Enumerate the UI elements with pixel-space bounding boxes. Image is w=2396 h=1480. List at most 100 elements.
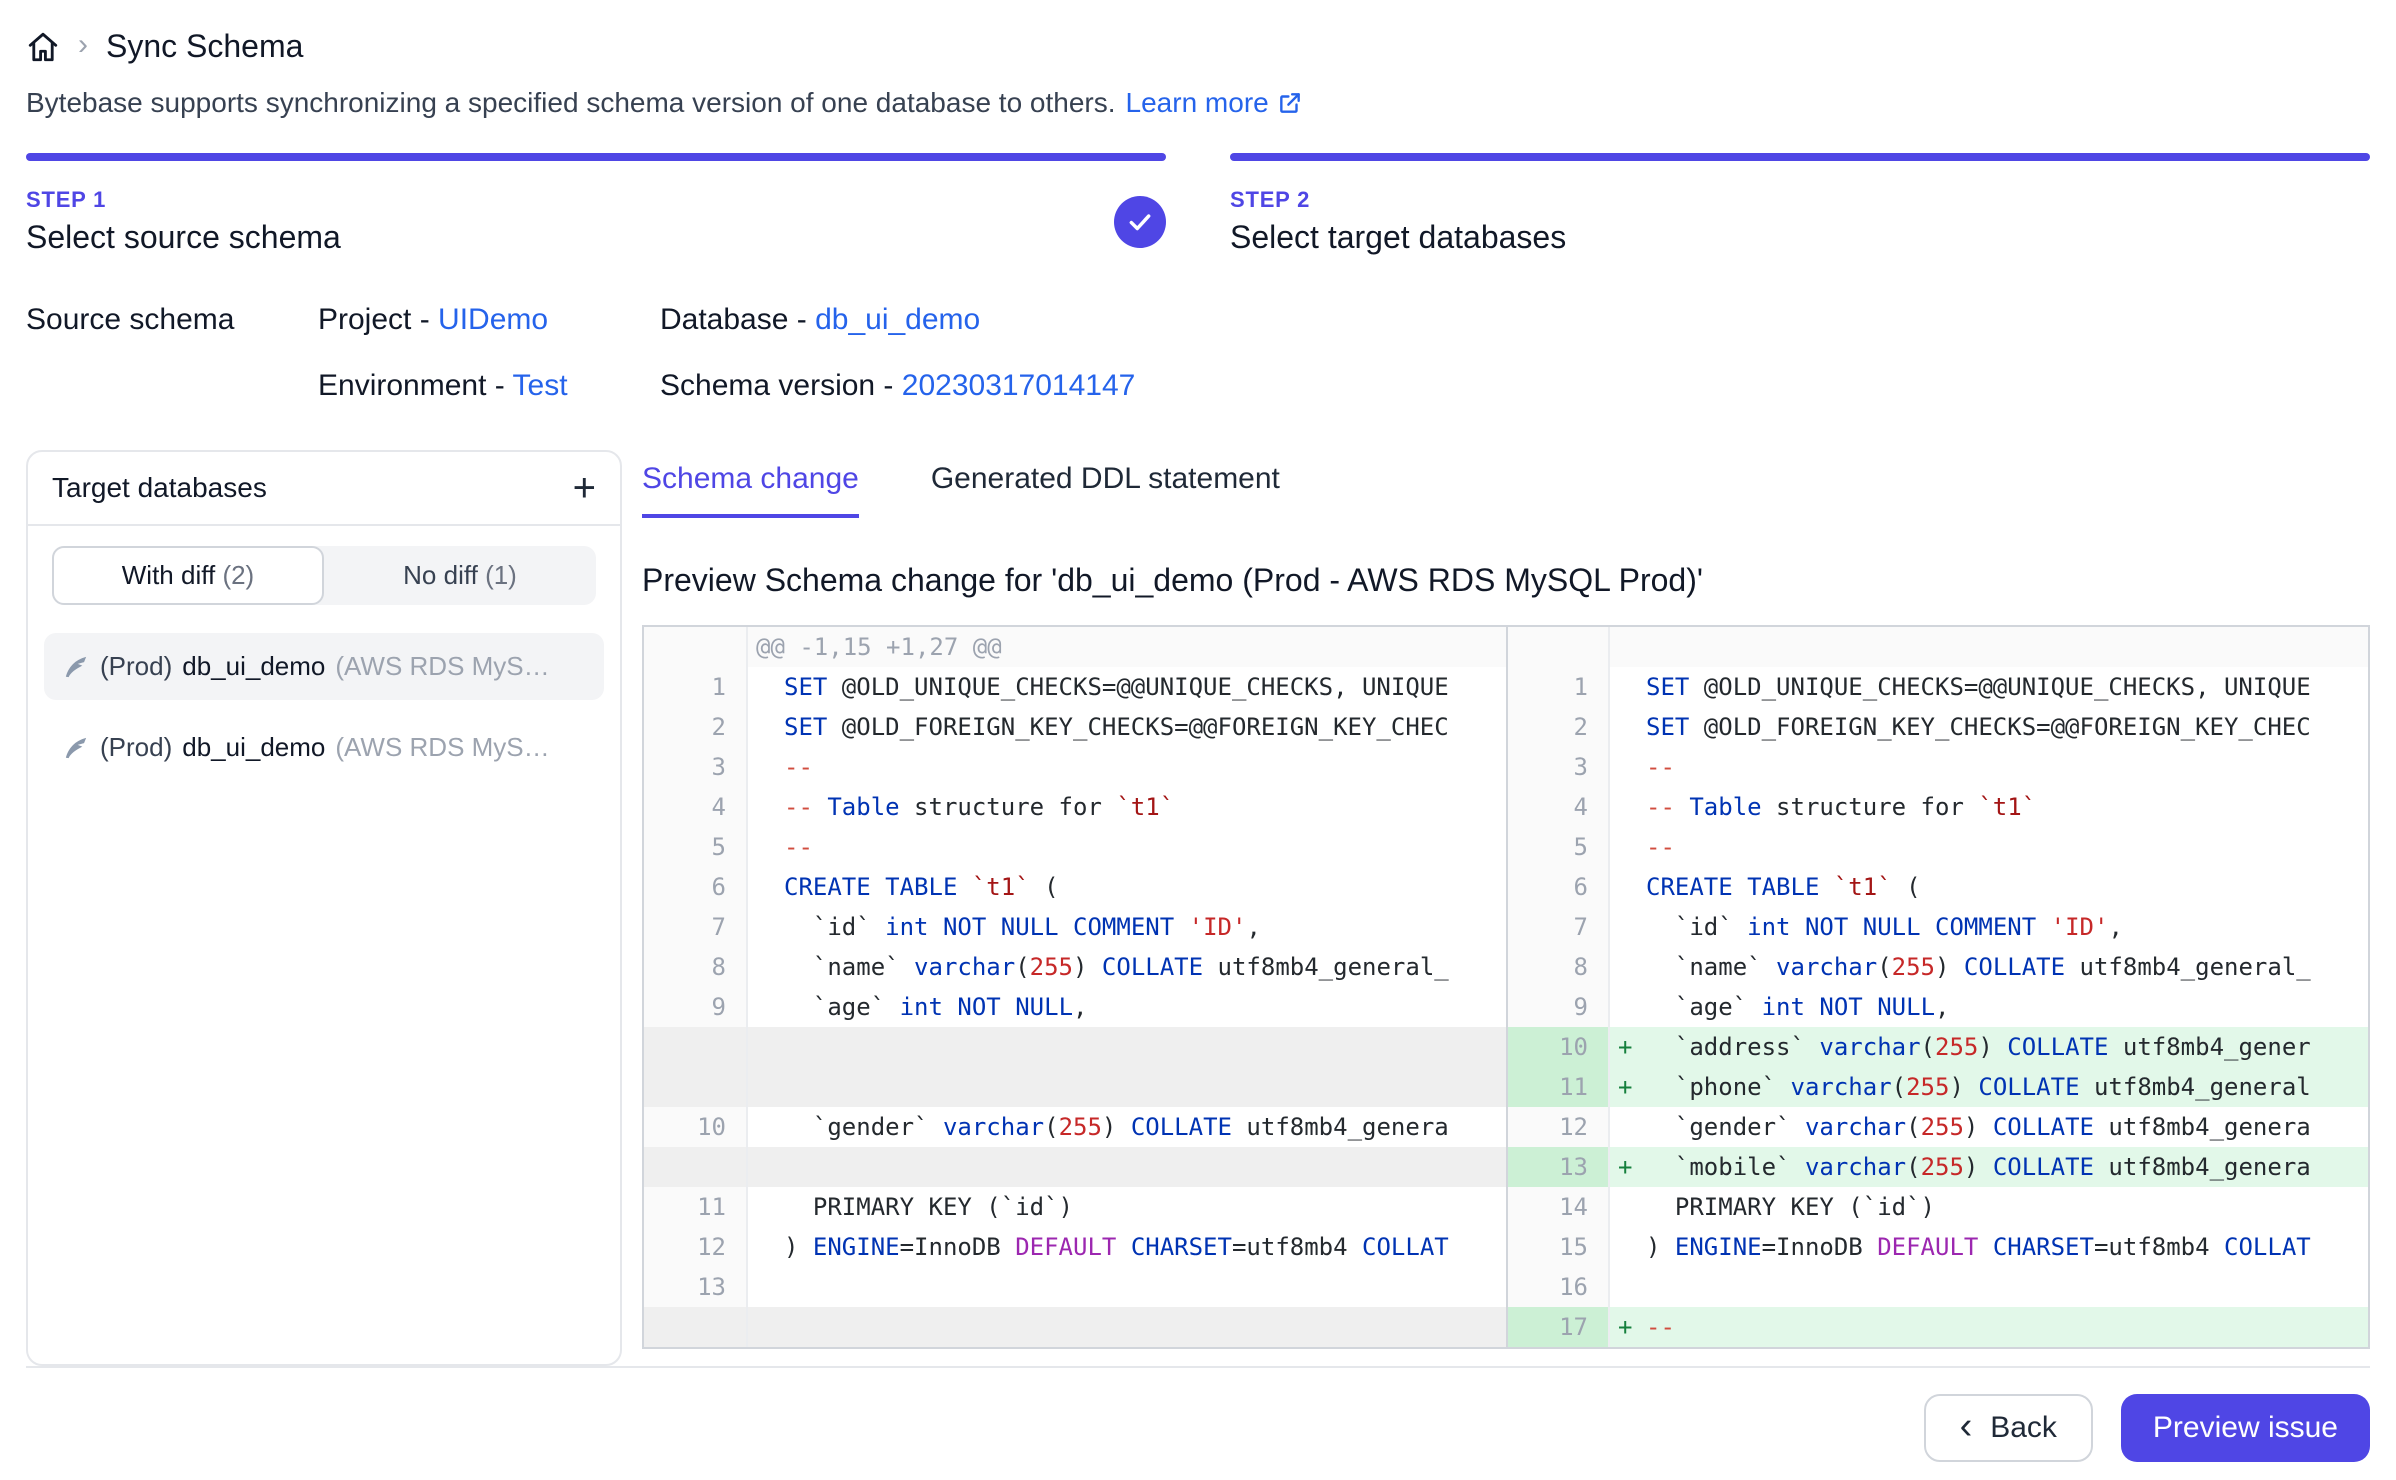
tab-with-diff-label: With diff — [122, 560, 223, 590]
diff-code-line: `age` int NOT NULL, — [748, 987, 1506, 1027]
database-list-item[interactable]: (Prod) db_ui_demo (AWS RDS MyS… — [44, 633, 604, 700]
diff-line-number — [644, 1147, 748, 1187]
step-1-completed-badge — [1114, 196, 1166, 248]
diff-line-number: 15 — [1506, 1227, 1610, 1267]
source-schema-section: Source schema Project - UIDemo Database … — [26, 300, 2370, 406]
back-button-label: Back — [1990, 1411, 2057, 1445]
database-name: db_ui_demo — [182, 732, 325, 763]
diff-add-sign: + — [1618, 1147, 1646, 1187]
diff-hunk-header: @@ -1,15 +1,27 @@ — [748, 627, 1506, 667]
diff-line-number: 10 — [1506, 1027, 1610, 1067]
source-environment-field: Environment - Test — [318, 366, 660, 406]
schema-version-link[interactable]: 20230317014147 — [902, 369, 1136, 402]
diff-line-number: 9 — [1506, 987, 1610, 1027]
tab-schema-change[interactable]: Schema change — [642, 462, 859, 518]
project-link[interactable]: UIDemo — [438, 303, 548, 336]
diff-code-line: `name` varchar(255) COLLATE utf8mb4_gene… — [748, 947, 1506, 987]
step-1-progress-bar — [26, 153, 1166, 161]
tab-generated-ddl[interactable]: Generated DDL statement — [931, 462, 1280, 518]
intro-text: Bytebase supports synchronizing a specif… — [26, 87, 2370, 119]
learn-more-link[interactable]: Learn more — [1126, 87, 1303, 119]
chevron-right-icon: › — [78, 30, 88, 64]
source-schema-version-field: Schema version - 20230317014147 — [660, 366, 1135, 406]
back-button[interactable]: ‹ Back — [1924, 1394, 2093, 1462]
database-label: Database - — [660, 303, 815, 336]
source-project-field: Project - UIDemo — [318, 300, 660, 340]
target-database-list: (Prod) db_ui_demo (AWS RDS MyS… (Prod) d… — [28, 621, 620, 793]
chevron-left-icon: ‹ — [1960, 1407, 1973, 1449]
diff-line-number: 4 — [1506, 787, 1610, 827]
tab-no-diff-count: (1) — [485, 560, 517, 590]
step-2: STEP 2 Select target databases — [1230, 153, 2370, 256]
diff-code-line — [748, 1267, 1506, 1307]
add-target-database-button[interactable]: + — [573, 472, 596, 504]
diff-line-number: 12 — [1506, 1107, 1610, 1147]
diff-code-line: PRIMARY KEY (`id`) — [1610, 1187, 2368, 1227]
diff-code-line: SET @OLD_UNIQUE_CHECKS=@@UNIQUE_CHECKS, … — [1610, 667, 2368, 707]
database-instance: (AWS RDS MyS… — [335, 732, 549, 763]
tab-with-diff[interactable]: With diff (2) — [52, 546, 324, 605]
diff-code-line: `gender` varchar(255) COLLATE utf8mb4_ge… — [748, 1107, 1506, 1147]
preview-issue-button[interactable]: Preview issue — [2121, 1394, 2370, 1462]
database-list-item[interactable]: (Prod) db_ui_demo (AWS RDS MyS… — [44, 714, 604, 781]
diff-add-sign: + — [1618, 1027, 1646, 1067]
database-name: db_ui_demo — [182, 651, 325, 682]
diff-line-number: 7 — [1506, 907, 1610, 947]
diff-line-number: 2 — [1506, 707, 1610, 747]
diff-code-line: + `address` varchar(255) COLLATE utf8mb4… — [1610, 1027, 2368, 1067]
diff-code-line: `id` int NOT NULL COMMENT 'ID', — [1610, 907, 2368, 947]
breadcrumb: › Sync Schema — [26, 20, 2370, 69]
database-instance: (AWS RDS MyS… — [335, 651, 549, 682]
project-label: Project - — [318, 303, 438, 336]
diff-code-line — [748, 1067, 1506, 1107]
database-environment: (Prod) — [100, 732, 172, 763]
check-icon — [1127, 209, 1153, 235]
diff-code-line: `age` int NOT NULL, — [1610, 987, 2368, 1027]
diff-code-line — [748, 1027, 1506, 1067]
database-environment: (Prod) — [100, 651, 172, 682]
diff-line-number: 1 — [1506, 667, 1610, 707]
diff-line-number — [644, 1067, 748, 1107]
diff-code-line: ) ENGINE=InnoDB DEFAULT CHARSET=utf8mb4 … — [748, 1227, 1506, 1267]
diff-line-number: 6 — [644, 867, 748, 907]
external-link-icon — [1277, 90, 1303, 116]
diff-line-number: 3 — [1506, 747, 1610, 787]
source-schema-label: Source schema — [26, 300, 318, 406]
diff-line-number: 5 — [644, 827, 748, 867]
step-1-title: Select source schema — [26, 219, 1114, 256]
diff-code-line: SET @OLD_UNIQUE_CHECKS=@@UNIQUE_CHECKS, … — [748, 667, 1506, 707]
diff-line-number: 9 — [644, 987, 748, 1027]
step-2-progress-bar — [1230, 153, 2370, 161]
diff-code-line: SET @OLD_FOREIGN_KEY_CHECKS=@@FOREIGN_KE… — [748, 707, 1506, 747]
diff-line-number — [644, 1307, 748, 1347]
database-link[interactable]: db_ui_demo — [815, 303, 980, 336]
tab-no-diff[interactable]: No diff (1) — [324, 546, 596, 605]
diff-line-number: 4 — [644, 787, 748, 827]
diff-line-number: 3 — [644, 747, 748, 787]
diff-code-line: SET @OLD_FOREIGN_KEY_CHECKS=@@FOREIGN_KE… — [1610, 707, 2368, 747]
diff-code-line: + `mobile` varchar(255) COLLATE utf8mb4_… — [1610, 1147, 2368, 1187]
diff-header-gutter — [644, 627, 748, 667]
home-icon[interactable] — [26, 30, 60, 64]
diff-code-line: -- — [748, 747, 1506, 787]
diff-line-number: 8 — [644, 947, 748, 987]
diff-line-number: 12 — [644, 1227, 748, 1267]
diff-line-number — [644, 1027, 748, 1067]
environment-link[interactable]: Test — [513, 369, 568, 402]
diff-header-spacer — [1610, 627, 2368, 667]
page-title: Sync Schema — [106, 28, 303, 65]
source-database-field: Database - db_ui_demo — [660, 300, 1135, 340]
preview-tabs: Schema change Generated DDL statement — [642, 462, 2370, 518]
diff-code-line: ) ENGINE=InnoDB DEFAULT CHARSET=utf8mb4 … — [1610, 1227, 2368, 1267]
footer-actions: ‹ Back Preview issue — [26, 1366, 2370, 1480]
diff-line-number: 6 — [1506, 867, 1610, 907]
environment-label: Environment - — [318, 369, 513, 402]
diff-line-number: 8 — [1506, 947, 1610, 987]
diff-code-line: `gender` varchar(255) COLLATE utf8mb4_ge… — [1610, 1107, 2368, 1147]
diff-header-gutter — [1506, 627, 1610, 667]
step-2-title: Select target databases — [1230, 219, 2370, 256]
diff-line-number: 16 — [1506, 1267, 1610, 1307]
schema-diff-viewer: @@ -1,15 +1,27 @@1SET @OLD_UNIQUE_CHECKS… — [642, 625, 2370, 1349]
step-indicator: STEP 1 Select source schema STEP 2 Selec… — [26, 153, 2370, 256]
diff-code-line: +-- — [1610, 1307, 2368, 1347]
